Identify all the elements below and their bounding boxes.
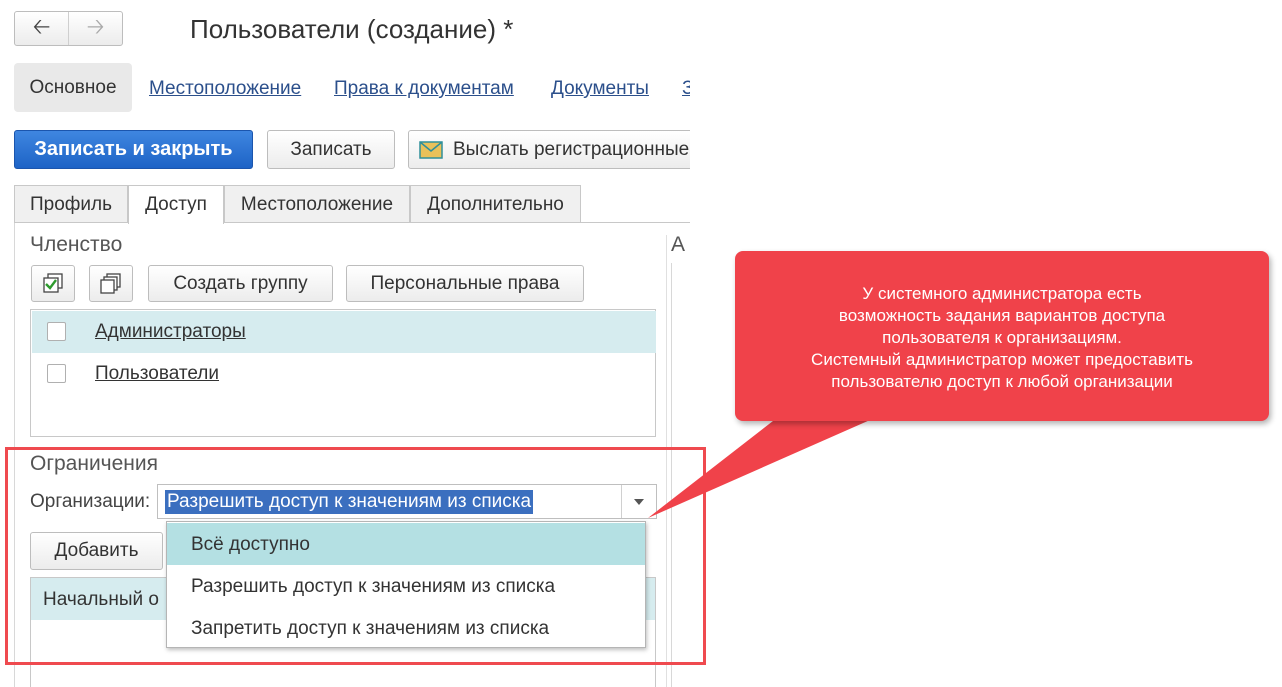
- callout-text: У системного администратора есть возможн…: [811, 284, 1193, 391]
- annotation-callout: У системного администратора есть возможн…: [735, 251, 1269, 421]
